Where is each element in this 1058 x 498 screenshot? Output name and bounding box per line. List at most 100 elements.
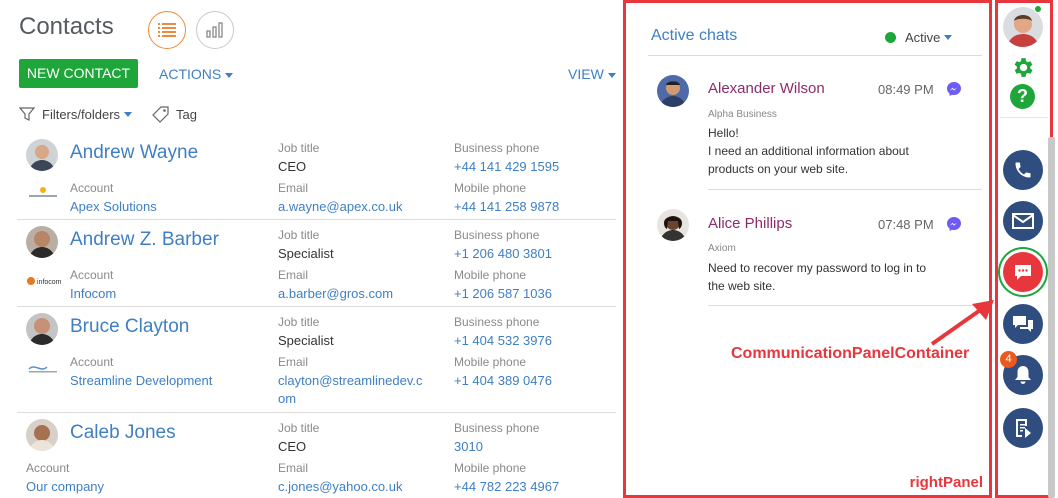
chat-contact-name[interactable]: Alice Phillips — [708, 215, 792, 232]
gear-icon[interactable] — [1010, 55, 1035, 80]
mobile-phone-link[interactable]: +44 141 258 9878 — [454, 199, 559, 214]
table-row[interactable]: Caleb Jones Job title CEO Business phone… — [17, 412, 616, 498]
contact-avatar — [26, 139, 58, 171]
chevron-down-icon — [225, 72, 234, 78]
contacts-section: Contacts NEW CONTACT ACTIONS VIEW Filter… — [0, 0, 622, 498]
account-link[interactable]: Our company — [26, 479, 104, 494]
phone-button[interactable] — [1003, 150, 1043, 190]
contact-name-link[interactable]: Caleb Jones — [70, 422, 176, 444]
account-logo — [25, 186, 61, 200]
job-title-value: CEO — [278, 439, 307, 454]
contact-avatar — [26, 419, 58, 451]
contact-name-link[interactable]: Andrew Z. Barber — [70, 229, 219, 251]
chevron-down-icon — [944, 35, 953, 40]
chevron-down-icon — [124, 111, 133, 117]
chat-avatar — [657, 209, 689, 241]
chat-time: 07:48 PM — [878, 217, 934, 232]
page-title: Contacts — [19, 13, 114, 40]
chat-bubble-icon — [1015, 265, 1031, 280]
chat-message-line: Hello! — [708, 126, 739, 140]
communication-panel-container: ? 4 — [995, 0, 1053, 498]
chat-message: Hello! I need an additional information … — [708, 124, 958, 178]
view-label: VIEW — [568, 66, 604, 82]
chat-company: Alpha Business — [708, 109, 777, 120]
mobile-phone-label: Mobile phone — [454, 268, 527, 282]
analytics-view-button[interactable] — [196, 11, 234, 49]
table-row[interactable]: Andrew Wayne Job title CEO Business phon… — [17, 133, 616, 219]
email-link[interactable]: a.barber@gros.com — [278, 286, 393, 301]
messenger-icon — [947, 217, 961, 231]
notification-count-badge: 4 — [1000, 351, 1017, 368]
feed-button[interactable] — [1003, 304, 1043, 344]
envelope-icon — [1012, 213, 1034, 229]
mobile-phone-link[interactable]: +1 404 389 0476 — [454, 373, 552, 388]
account-link[interactable]: Apex Solutions — [70, 199, 157, 214]
active-chats-title: Active chats — [651, 27, 738, 44]
job-title-value: CEO — [278, 159, 307, 174]
email-link[interactable]: clayton@streamlinedev.c — [278, 373, 422, 388]
table-row[interactable]: Bruce Clayton Job title Specialist Busin… — [17, 306, 616, 412]
business-phone-label: Business phone — [454, 421, 540, 435]
filters-folders-button[interactable]: Filters/folders — [19, 106, 133, 122]
list-icon — [158, 23, 176, 37]
bell-icon — [1015, 366, 1031, 384]
divider — [648, 55, 982, 56]
chat-message: Need to recover my password to log in to… — [708, 259, 958, 295]
table-row[interactable]: Andrew Z. Barber Job title Specialist Bu… — [17, 219, 616, 306]
chat-message-line: Need to recover my password to log in to — [708, 261, 927, 275]
chat-company: Axiom — [708, 243, 736, 254]
chat-avatar — [657, 75, 689, 107]
view-menu-button[interactable]: VIEW — [568, 66, 616, 82]
tag-label: Tag — [176, 107, 197, 122]
actions-menu-button[interactable]: ACTIONS — [159, 66, 234, 82]
document-button[interactable] — [1003, 408, 1043, 448]
business-phone-label: Business phone — [454, 315, 540, 329]
business-phone-link[interactable]: 3010 — [454, 439, 483, 454]
chat-message-line: the web site. — [708, 279, 776, 293]
scrollbar[interactable] — [1048, 137, 1055, 498]
email-label: Email — [278, 181, 309, 195]
account-link[interactable]: Streamline Development — [70, 373, 212, 388]
account-label: Account — [70, 181, 114, 195]
business-phone-link[interactable]: +1 206 480 3801 — [454, 246, 552, 261]
chat-message-line: I need an additional information about — [708, 144, 909, 158]
email-link[interactable]: c.jones@yahoo.co.uk — [278, 479, 403, 494]
account-link[interactable]: Infocom — [70, 286, 116, 301]
help-icon[interactable]: ? — [1010, 84, 1035, 109]
job-title-value: Specialist — [278, 246, 334, 261]
user-avatar[interactable] — [1003, 7, 1043, 47]
business-phone-label: Business phone — [454, 141, 540, 155]
business-phone-link[interactable]: +1 404 532 3976 — [454, 333, 552, 348]
email-link[interactable]: a.wayne@apex.co.uk — [278, 199, 403, 214]
chat-button[interactable] — [1003, 252, 1043, 292]
document-icon — [1016, 419, 1031, 438]
status-label: Active — [905, 30, 941, 45]
annotation-arrow-icon — [930, 300, 994, 346]
contact-name-link[interactable]: Andrew Wayne — [70, 142, 198, 164]
account-logo — [25, 361, 61, 375]
job-title-label: Job title — [278, 421, 320, 435]
business-phone-link[interactable]: +44 141 429 1595 — [454, 159, 559, 174]
email-link-wrap[interactable]: om — [278, 391, 296, 406]
contact-name-link[interactable]: Bruce Clayton — [70, 316, 189, 338]
right-panel: Active chats Active Alexander Wilson 08:… — [623, 0, 992, 498]
job-title-label: Job title — [278, 141, 320, 155]
account-label: Account — [70, 268, 114, 282]
divider — [708, 189, 982, 190]
mobile-phone-link[interactable]: +44 782 223 4967 — [454, 479, 559, 494]
mobile-phone-label: Mobile phone — [454, 355, 527, 369]
job-title-label: Job title — [278, 228, 320, 242]
status-dropdown[interactable]: Active — [885, 30, 953, 45]
account-logo: infocom — [25, 274, 62, 288]
email-button[interactable] — [1003, 201, 1043, 241]
tag-button[interactable]: Tag — [152, 106, 197, 123]
list-view-button[interactable] — [148, 11, 186, 49]
notifications-button[interactable]: 4 — [1000, 351, 1043, 395]
new-contact-button[interactable]: NEW CONTACT — [19, 59, 138, 88]
account-label: Account — [70, 355, 114, 369]
divider — [1000, 117, 1048, 118]
messenger-icon — [947, 82, 961, 96]
email-label: Email — [278, 355, 309, 369]
mobile-phone-link[interactable]: +1 206 587 1036 — [454, 286, 552, 301]
chat-contact-name[interactable]: Alexander Wilson — [708, 80, 825, 97]
